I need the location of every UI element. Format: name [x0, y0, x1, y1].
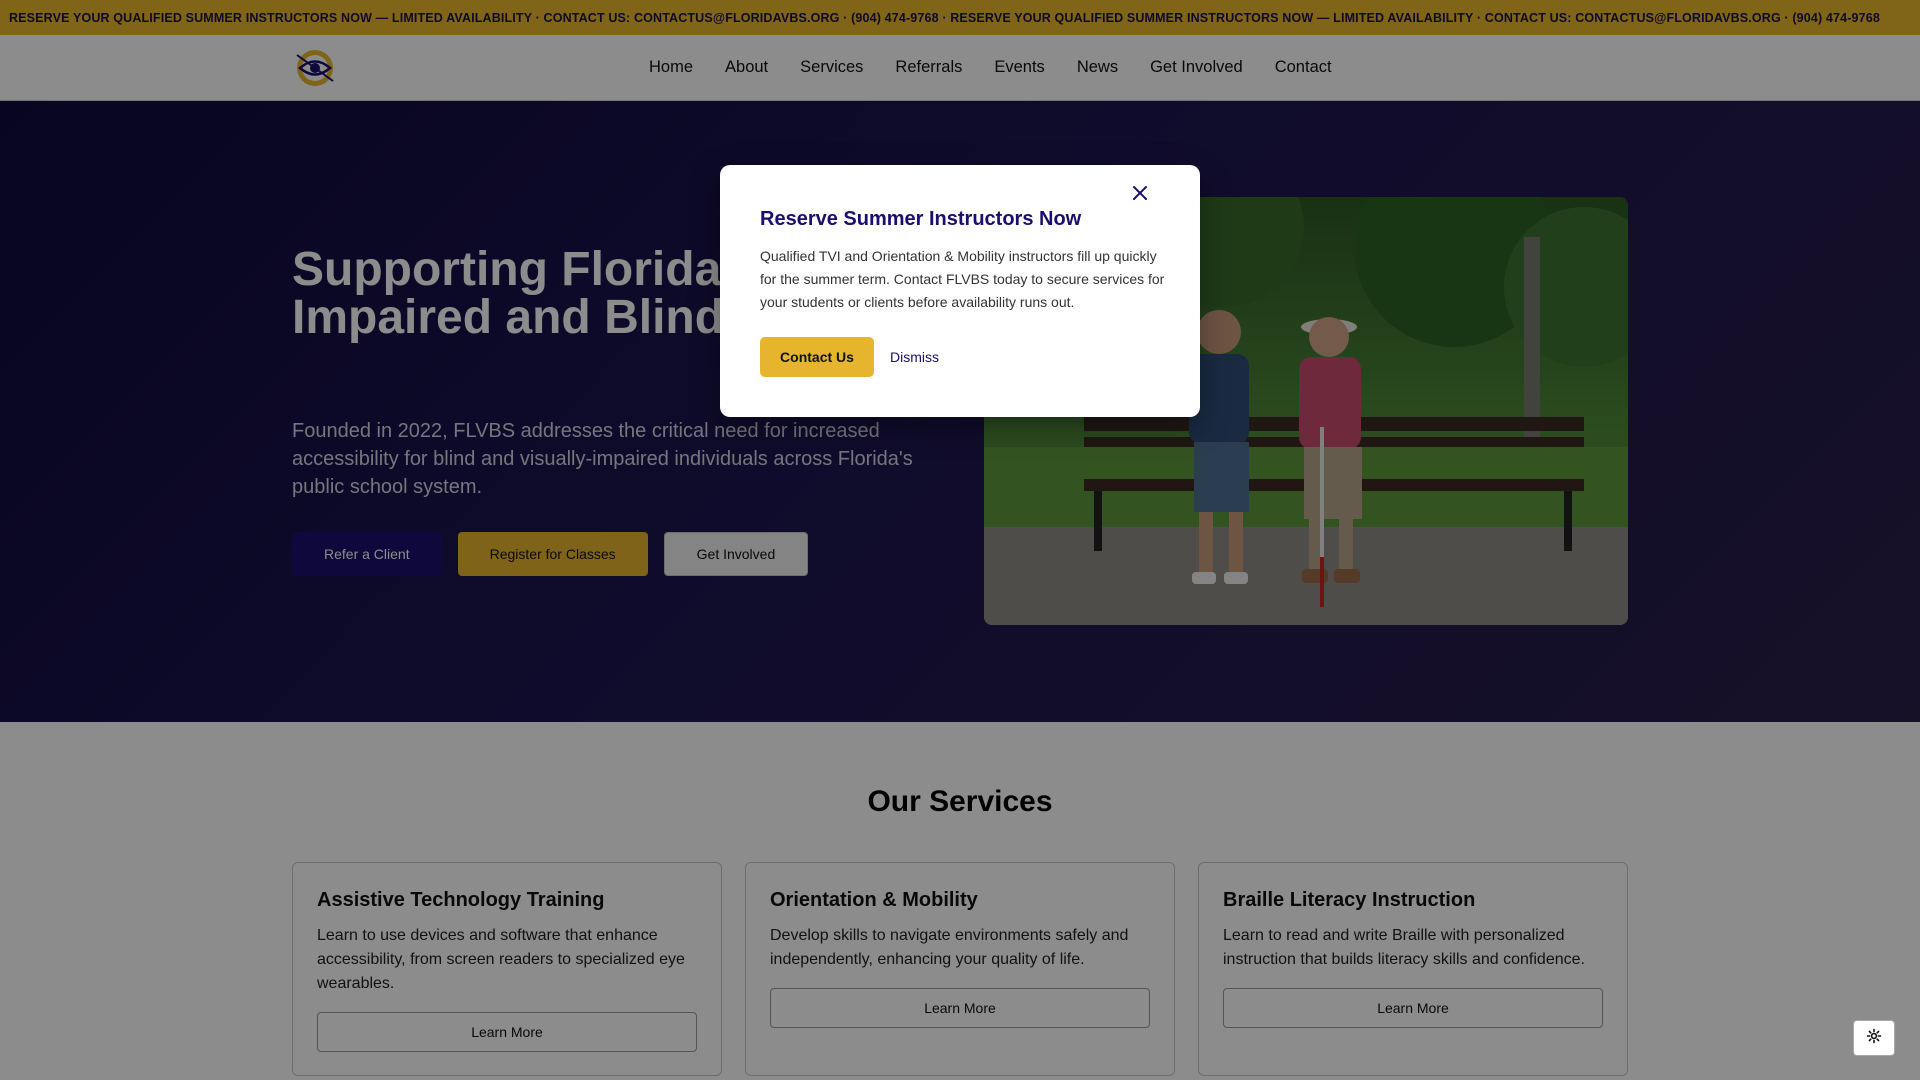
modal-text: Qualified TVI and Orientation & Mobility… — [760, 248, 1165, 310]
modal-backdrop[interactable] — [0, 0, 1920, 1080]
modal-dismiss-link[interactable]: Dismiss — [890, 349, 939, 365]
close-icon[interactable] — [1128, 181, 1152, 205]
gear-icon — [1866, 1028, 1882, 1049]
modal-contact-button[interactable]: Contact Us — [760, 337, 874, 377]
summer-instructors-modal: Reserve Summer Instructors Now Qualified… — [720, 165, 1200, 417]
accessibility-settings-button[interactable] — [1853, 1020, 1895, 1056]
modal-title: Reserve Summer Instructors Now — [760, 208, 1082, 230]
